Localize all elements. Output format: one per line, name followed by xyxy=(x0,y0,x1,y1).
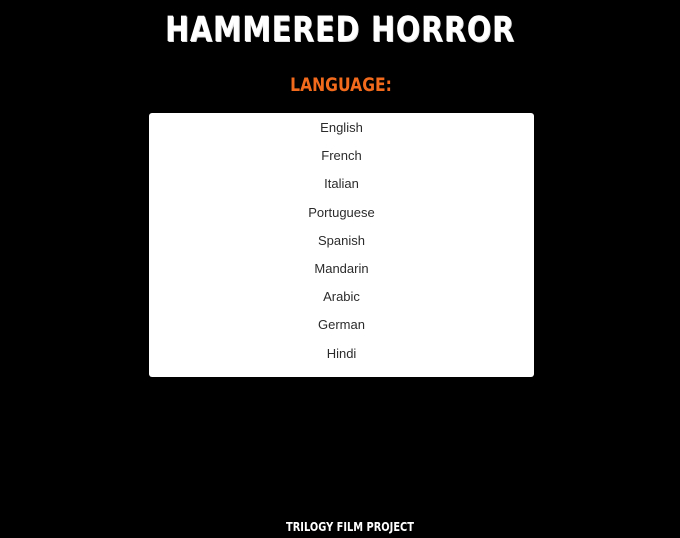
language-option-german[interactable]: German xyxy=(149,314,534,342)
language-option-portuguese[interactable]: Portuguese xyxy=(149,202,534,230)
language-heading: Language: xyxy=(290,74,392,96)
language-option-hindi[interactable]: Hindi xyxy=(149,343,534,371)
language-option-spanish[interactable]: Spanish xyxy=(149,230,534,258)
language-option-italian[interactable]: Italian xyxy=(149,173,534,201)
language-option-arabic[interactable]: Arabic xyxy=(149,286,534,314)
footer-text: Trilogy Film Project xyxy=(286,520,414,534)
language-list: English French Italian Portuguese Spanis… xyxy=(149,113,534,377)
language-option-french[interactable]: French xyxy=(149,145,534,173)
page-title: Hammered Horror xyxy=(165,10,515,50)
language-option-mandarin[interactable]: Mandarin xyxy=(149,258,534,286)
language-option-english[interactable]: English xyxy=(149,117,534,145)
